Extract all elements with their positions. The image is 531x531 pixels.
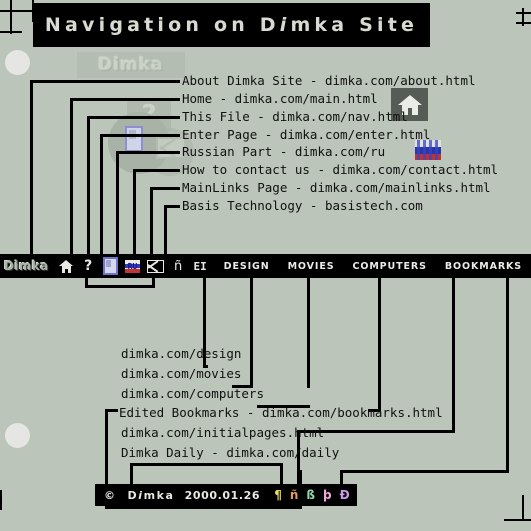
navbar-logo[interactable]: Dimka xyxy=(4,258,49,274)
list-item[interactable]: MainLinks Page - dimka.com/mainlinks.htm… xyxy=(182,180,491,195)
connector-v-russian xyxy=(116,151,119,256)
registration-mark-tl-v1 xyxy=(10,0,12,34)
connector-v-enter xyxy=(100,134,103,256)
registration-mark-tr-h1 xyxy=(516,12,531,14)
navigation-bar: Dimka ? RU ñ ΕΙ DESIGN MOVIES COMPUTERS … xyxy=(0,254,531,278)
connector-h-russian xyxy=(116,151,180,154)
connector-h-about xyxy=(30,80,180,83)
list-item[interactable]: dimka.com/computers xyxy=(121,386,264,401)
connector-v-home xyxy=(70,98,73,256)
footer-bar: © Dimka 2000.01.26 ¶ ñ ß þ Ð xyxy=(95,484,357,506)
page-title-bar: Navigation on Dimka Site xyxy=(33,3,430,47)
thorn-icon[interactable]: þ xyxy=(323,488,332,502)
registration-mark-tl-h1 xyxy=(0,10,34,12)
connector-v-daily xyxy=(506,278,509,472)
list-item[interactable]: This File - dimka.com/nav.html xyxy=(182,109,408,124)
n-tilde-icon[interactable]: ñ xyxy=(290,488,299,502)
connector-h-enter xyxy=(100,134,180,137)
nav-link-computers[interactable]: COMPUTERS xyxy=(352,261,426,272)
decor-circle-top xyxy=(5,50,30,75)
ru-flag-icon xyxy=(415,140,441,160)
footer-date: 2000.01.26 xyxy=(184,488,261,502)
connector-h-home xyxy=(70,98,180,101)
registration-mark-br-v xyxy=(522,495,524,520)
list-item[interactable]: dimka.com/initialpages.html xyxy=(121,425,324,440)
list-item[interactable]: dimka.com/design xyxy=(121,346,241,361)
connector-v-icons-under-right xyxy=(152,278,155,286)
decor-circle-bottom xyxy=(5,423,30,448)
connector-h-sym-upper xyxy=(130,463,280,466)
page-title: Navigation on Dimka Site xyxy=(44,14,419,36)
connector-v-mainlinks xyxy=(150,187,153,256)
basis-icon[interactable]: ΕΙ xyxy=(193,259,208,274)
connector-v-sym-upper-right xyxy=(280,463,283,485)
question-icon[interactable]: ? xyxy=(81,258,96,274)
list-item[interactable]: Enter Page - dimka.com/enter.html xyxy=(182,127,430,142)
list-item[interactable]: Home - dimka.com/main.html xyxy=(182,91,378,106)
nav-link-design[interactable]: DESIGN xyxy=(224,261,270,272)
list-item[interactable]: Edited Bookmarks - dimka.com/bookmarks.h… xyxy=(119,405,443,420)
footer-symbol-group: ¶ ñ ß þ Ð xyxy=(274,488,349,502)
connector-v-footer-bracket xyxy=(105,409,108,485)
nav-link-bookmarks[interactable]: BOOKMARKS xyxy=(445,261,522,272)
book-icon[interactable] xyxy=(102,257,118,275)
connector-v-icons-under-left xyxy=(85,278,88,286)
registration-mark-bl-v xyxy=(0,490,2,510)
registration-mark-tr-h2 xyxy=(516,22,531,24)
connector-h-footer-bottom xyxy=(105,506,302,509)
navigation-map-canvas: Navigation on Dimka Site Dimka ? About D… xyxy=(0,0,531,531)
list-item[interactable]: About Dimka Site - dimka.com/about.html xyxy=(182,73,476,88)
connector-v-basis xyxy=(164,205,167,256)
connector-h-thisfile xyxy=(87,116,180,119)
navbar-icon-group: ? RU ñ ΕΙ xyxy=(58,257,208,275)
watermark-book-icon xyxy=(125,126,143,152)
list-item[interactable]: How to contact us - dimka.com/contact.ht… xyxy=(182,162,498,177)
connector-h-contact xyxy=(133,169,180,172)
list-item[interactable]: Basis Technology - basistech.com xyxy=(182,198,423,213)
pilcrow-icon[interactable]: ¶ xyxy=(274,488,282,502)
connector-v-daily-down xyxy=(340,470,343,485)
connector-v-bookmarks xyxy=(378,278,381,410)
connector-h-mainlinks xyxy=(150,187,180,190)
connector-v-about xyxy=(30,80,33,256)
list-item[interactable]: Dimka Daily - dimka.com/daily xyxy=(121,445,339,460)
eszett-icon[interactable]: ß xyxy=(306,488,315,502)
nav-link-movies[interactable]: MOVIES xyxy=(288,261,335,272)
ru-flag-icon[interactable]: RU xyxy=(124,259,140,273)
list-item[interactable]: Russian Part - dimka.com/ru xyxy=(182,144,385,159)
home-icon[interactable] xyxy=(58,259,74,274)
copyright-text: © Dimka xyxy=(104,488,175,502)
connector-v-movies xyxy=(250,278,253,387)
connector-v-thisfile xyxy=(87,116,90,256)
connector-h-daily xyxy=(340,470,509,473)
connector-v-contact xyxy=(133,169,136,256)
registration-mark-br-h xyxy=(504,519,531,521)
connector-v-sym-upper-left xyxy=(130,463,133,485)
connector-v-initialpages xyxy=(452,278,455,433)
n-tilde-icon[interactable]: ñ xyxy=(171,259,186,274)
navbar-link-group: DESIGN MOVIES COMPUTERS BOOKMARKS INITIA… xyxy=(224,261,531,272)
list-item[interactable]: dimka.com/movies xyxy=(121,366,241,381)
envelope-icon[interactable] xyxy=(146,259,164,273)
eth-icon[interactable]: Ð xyxy=(340,488,350,502)
connector-h-icons-under xyxy=(85,285,155,288)
registration-mark-tl-h2 xyxy=(0,31,22,33)
connector-v-computers xyxy=(307,278,310,388)
watermark-logo: Dimka xyxy=(77,52,185,78)
